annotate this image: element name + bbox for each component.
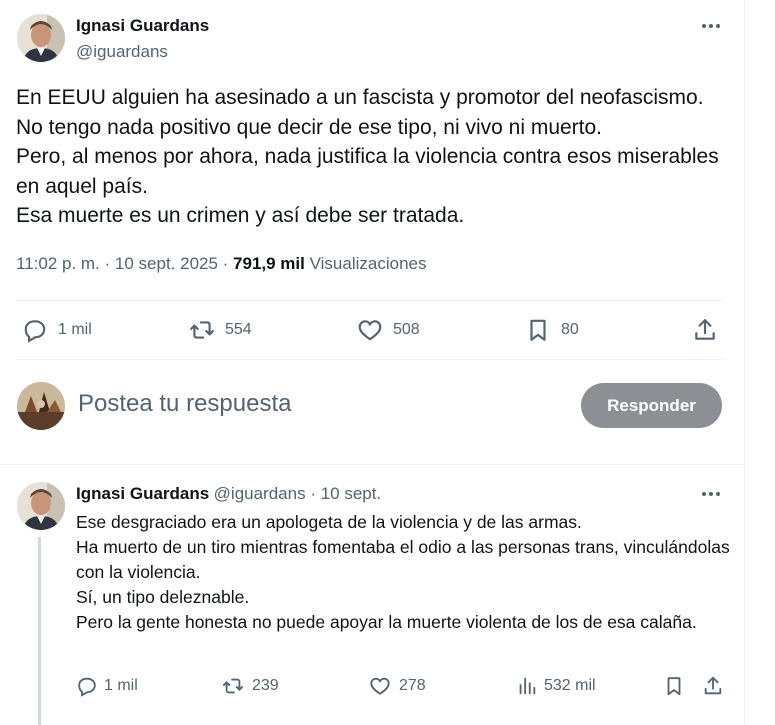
reply-date[interactable]: 10 sept. bbox=[321, 484, 382, 503]
author-handle[interactable]: @iguardans bbox=[76, 42, 168, 62]
tweet-meta: 11:02 p. m. · 10 sept. 2025 · 791,9 mil … bbox=[16, 254, 426, 274]
views-count: 791,9 mil bbox=[233, 254, 305, 273]
reply-icon bbox=[78, 677, 96, 697]
user-avatar[interactable] bbox=[17, 382, 65, 430]
reply-input[interactable]: Postea tu respuesta bbox=[78, 390, 291, 418]
share-icon bbox=[704, 676, 722, 695]
reply-share-button[interactable] bbox=[702, 675, 724, 697]
reply-like-button[interactable]: 278 bbox=[369, 675, 426, 697]
retweet-button[interactable]: 554 bbox=[189, 317, 252, 343]
bookmark-button[interactable]: 80 bbox=[525, 317, 579, 343]
divider bbox=[0, 464, 744, 465]
views-icon bbox=[519, 677, 536, 695]
like-button[interactable]: 508 bbox=[357, 317, 420, 343]
reply-like-count: 278 bbox=[399, 677, 426, 694]
divider bbox=[16, 359, 724, 360]
reply-author-name[interactable]: Ignasi Guardans bbox=[76, 484, 209, 503]
tweet-time[interactable]: 11:02 p. m. bbox=[16, 254, 100, 273]
share-button[interactable] bbox=[692, 317, 718, 343]
reply-text: Ese desgraciado era un apologeta de la v… bbox=[76, 512, 730, 632]
bookmark-icon bbox=[667, 677, 681, 696]
retweet-icon bbox=[190, 321, 214, 339]
views-label[interactable]: Visualizaciones bbox=[310, 254, 427, 273]
reply-views-button[interactable]: 532 mil bbox=[516, 675, 596, 697]
bookmark-count: 80 bbox=[561, 321, 579, 338]
like-count: 508 bbox=[393, 321, 420, 338]
meta-separator: · bbox=[99, 254, 115, 273]
reply-submit-button[interactable]: Responder bbox=[581, 383, 722, 428]
reply-author-handle[interactable]: @iguardans bbox=[214, 484, 306, 503]
reply-retweet-button[interactable]: 239 bbox=[222, 675, 279, 697]
reply-reply-button[interactable]: 1 mil bbox=[76, 675, 138, 697]
meta-separator: · bbox=[217, 254, 234, 273]
thread-line bbox=[38, 537, 41, 725]
reply-retweet-count: 239 bbox=[252, 677, 279, 694]
reply-icon bbox=[24, 320, 46, 343]
like-icon bbox=[358, 320, 382, 341]
reply-views-count: 532 mil bbox=[544, 677, 596, 694]
more-icon[interactable] bbox=[693, 480, 729, 508]
reply-button[interactable]: 1 mil bbox=[22, 317, 92, 343]
author-avatar[interactable] bbox=[17, 14, 65, 62]
reply-header: Ignasi Guardans @iguardans · 10 sept. bbox=[76, 484, 381, 504]
reply-author-avatar[interactable] bbox=[17, 482, 65, 530]
divider bbox=[16, 300, 724, 301]
author-name[interactable]: Ignasi Guardans bbox=[76, 16, 209, 36]
share-icon bbox=[695, 319, 715, 340]
bookmark-icon bbox=[530, 319, 546, 341]
reply-count: 1 mil bbox=[58, 321, 92, 338]
retweet-count: 554 bbox=[225, 321, 252, 338]
tweet-text: En EEUU alguien ha asesinado a un fascis… bbox=[16, 86, 719, 227]
reply-bookmark-button[interactable] bbox=[663, 675, 685, 697]
retweet-icon bbox=[222, 678, 244, 694]
reply-dot: · bbox=[305, 484, 321, 503]
tweet-date[interactable]: 10 sept. 2025 bbox=[115, 254, 218, 273]
more-icon[interactable] bbox=[693, 12, 729, 40]
reply-reply-count: 1 mil bbox=[104, 677, 138, 694]
like-icon bbox=[370, 677, 390, 695]
main-column: Ignasi Guardans @iguardans En EEUU algui… bbox=[0, 0, 745, 725]
